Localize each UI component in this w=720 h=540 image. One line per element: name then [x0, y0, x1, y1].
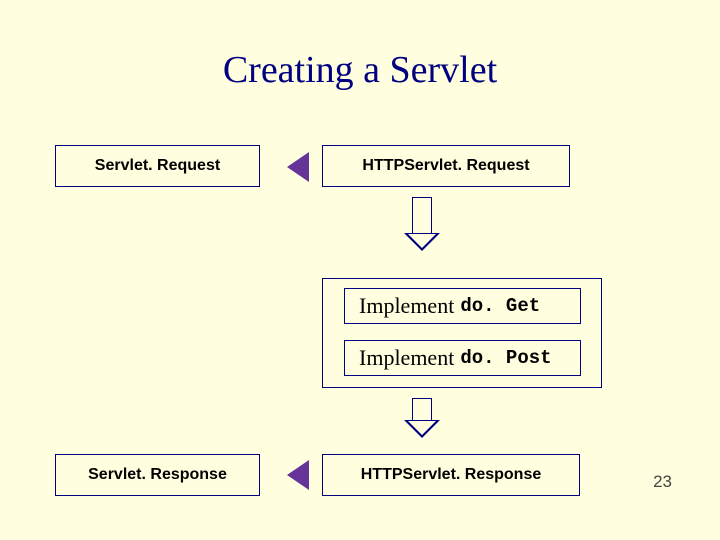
- slide-title: Creating a Servlet: [0, 48, 720, 92]
- label-implement-prefix-2: Implement: [359, 345, 454, 371]
- label-http-servlet-request: HTTPServlet. Request: [362, 157, 529, 175]
- page-number: 23: [653, 472, 672, 492]
- label-http-servlet-response: HTTPServlet. Response: [361, 466, 542, 484]
- arrow-down-icon: [404, 197, 440, 251]
- box-implement-dopost: Implement do. Post: [344, 340, 581, 376]
- label-servlet-request: Servlet. Request: [95, 157, 220, 175]
- box-http-servlet-response: HTTPServlet. Response: [322, 454, 580, 496]
- box-servlet-response: Servlet. Response: [55, 454, 260, 496]
- box-servlet-request: Servlet. Request: [55, 145, 260, 187]
- arrow-down-icon: [404, 398, 440, 438]
- box-implement-doget: Implement do. Get: [344, 288, 581, 324]
- box-http-servlet-request: HTTPServlet. Request: [322, 145, 570, 187]
- arrow-left-icon: [287, 460, 309, 490]
- arrow-left-icon: [287, 152, 309, 182]
- label-servlet-response: Servlet. Response: [88, 466, 227, 484]
- label-doget: do. Get: [460, 295, 540, 317]
- label-implement-prefix-1: Implement: [359, 293, 454, 319]
- label-dopost: do. Post: [460, 347, 551, 369]
